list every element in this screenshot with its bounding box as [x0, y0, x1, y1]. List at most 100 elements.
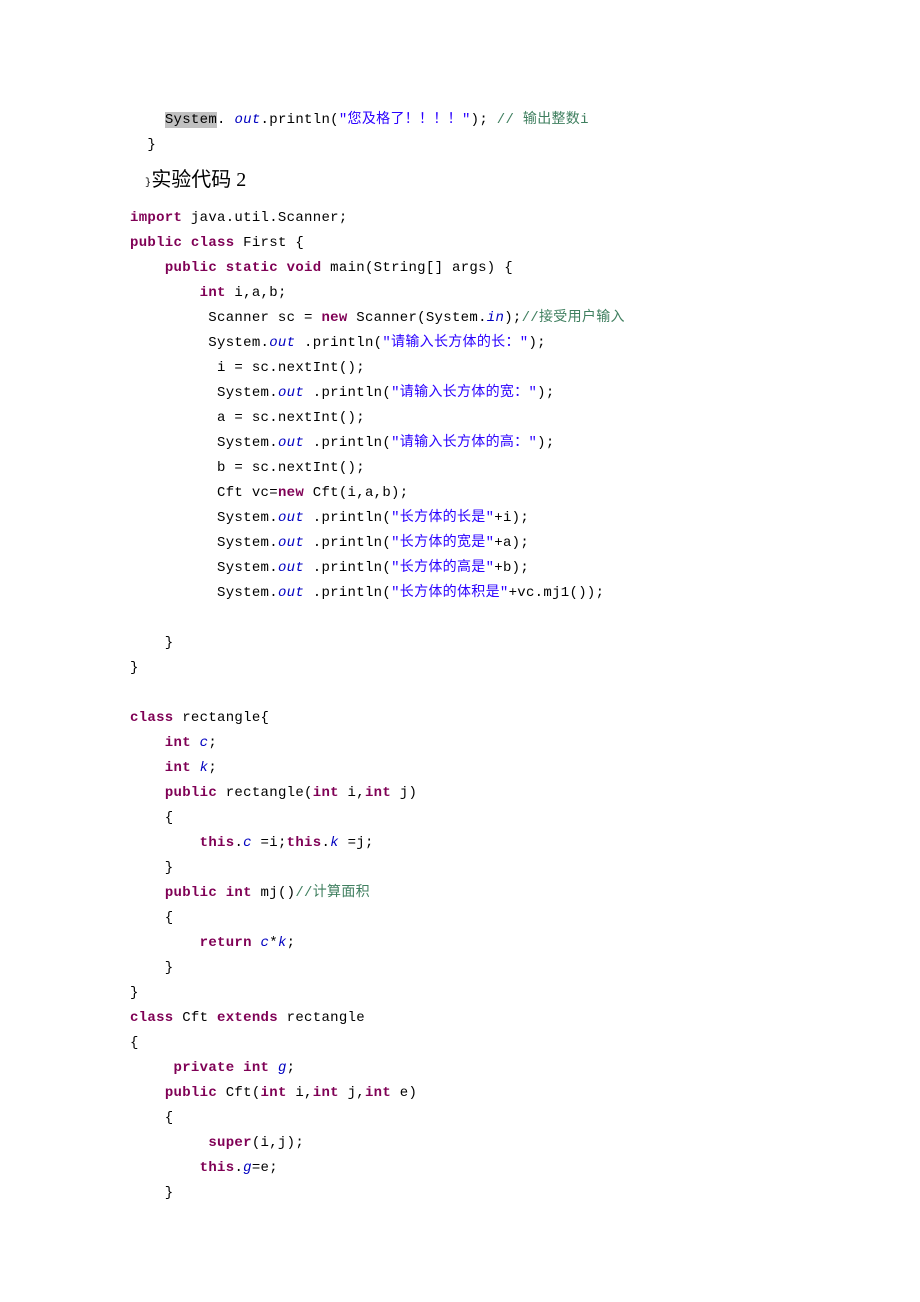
string-literal: "长方体的高是"	[391, 560, 494, 576]
kw-return: return	[200, 935, 252, 951]
open-brace: {	[130, 1035, 139, 1051]
text: =j;	[339, 835, 374, 851]
kw-public: public	[130, 235, 182, 251]
text: b = sc.nextInt();	[130, 460, 365, 476]
string-literal: "您及格了！！！！"	[339, 112, 471, 128]
section-title: 实验代码 2	[151, 169, 246, 191]
kw-public: public	[165, 1085, 217, 1101]
text: System.	[130, 335, 269, 351]
text: Cft vc=	[130, 485, 278, 501]
kw-private: private	[174, 1060, 235, 1076]
text: );	[537, 385, 554, 401]
semicolon: ;	[287, 935, 296, 951]
text: j,	[339, 1085, 365, 1101]
indent	[130, 112, 165, 128]
text: +i);	[494, 510, 529, 526]
field-c: c	[261, 935, 270, 951]
text: i,	[287, 1085, 313, 1101]
println-call: .println(	[261, 112, 339, 128]
text: .println(	[304, 535, 391, 551]
indent	[130, 285, 200, 301]
out-field: out	[278, 510, 304, 526]
field-g: g	[243, 1160, 252, 1176]
dot: .	[234, 835, 243, 851]
kw-void: void	[278, 260, 322, 276]
open-brace: {	[130, 910, 174, 926]
kw-import: import	[130, 210, 182, 226]
kw-class: class	[130, 710, 174, 726]
text: .println(	[304, 560, 391, 576]
text: =e;	[252, 1160, 278, 1176]
text: j)	[391, 785, 417, 801]
text: a = sc.nextInt();	[130, 410, 365, 426]
kw-public: public	[165, 260, 217, 276]
kw-int: int	[200, 285, 226, 301]
comment: //接受用户输入	[522, 310, 625, 326]
text: Scanner sc =	[130, 310, 321, 326]
text: System.	[130, 435, 278, 451]
kw-new: new	[278, 485, 304, 501]
open-brace: {	[130, 810, 174, 826]
comment: //计算面积	[295, 885, 370, 901]
kw-super: super	[208, 1135, 252, 1151]
open-brace: {	[130, 1110, 174, 1126]
string-literal: "长方体的长是"	[391, 510, 494, 526]
comment: 输出整数i	[523, 112, 589, 128]
class-decl: First {	[234, 235, 304, 251]
kw-this: this	[200, 835, 235, 851]
indent	[130, 885, 165, 901]
kw-class: class	[130, 1010, 174, 1026]
string-literal: "长方体的体积是"	[391, 585, 509, 601]
heading-row: }实验代码 2	[130, 168, 790, 196]
kw-extends: extends	[217, 1010, 278, 1026]
indent	[130, 1135, 208, 1151]
main-sig: main(String[] args) {	[321, 260, 512, 276]
space	[252, 935, 261, 951]
text: =i;	[252, 835, 287, 851]
out-field: out	[278, 535, 304, 551]
kw-this: this	[200, 1160, 235, 1176]
dot: .	[321, 835, 330, 851]
var-decl: i,a,b;	[226, 285, 287, 301]
field-c: c	[191, 735, 208, 751]
closing-brace: }	[130, 635, 174, 651]
text: Cft(	[217, 1085, 261, 1101]
text: e)	[391, 1085, 417, 1101]
text: Cft(i,a,b);	[304, 485, 408, 501]
kw-int: int	[130, 735, 191, 751]
kw-int: int	[261, 1085, 287, 1101]
text: System.	[130, 535, 278, 551]
kw-int: int	[130, 760, 191, 776]
closing-brace: }	[130, 985, 139, 1001]
indent	[130, 785, 165, 801]
in-field: in	[487, 310, 504, 326]
kw-public: public	[165, 785, 217, 801]
out-field: out	[278, 435, 304, 451]
kw-static: static	[217, 260, 278, 276]
string-literal: "请输入长方体的高："	[391, 435, 537, 451]
semicolon: ;	[208, 735, 217, 751]
closing-brace: }	[130, 660, 139, 676]
text: +vc.mj1());	[509, 585, 605, 601]
comment-slash: //	[497, 112, 523, 128]
text: .println(	[304, 385, 391, 401]
field-k: k	[191, 760, 208, 776]
text: .println(	[304, 585, 391, 601]
system-identifier: System	[165, 112, 217, 128]
dot: .	[217, 112, 234, 128]
kw-new: new	[321, 310, 347, 326]
text: mj()	[252, 885, 296, 901]
class-decl: rectangle{	[174, 710, 270, 726]
kw-int: int	[365, 1085, 391, 1101]
text: .println(	[304, 435, 391, 451]
text: (i,j);	[252, 1135, 304, 1151]
text: );	[504, 310, 521, 326]
indent	[130, 260, 165, 276]
closing-brace: }	[130, 1185, 174, 1201]
text: Scanner(System.	[348, 310, 487, 326]
text: System.	[130, 385, 278, 401]
indent	[130, 1085, 165, 1101]
text: System.	[130, 510, 278, 526]
text: );	[537, 435, 554, 451]
semicolon: ;	[287, 1060, 296, 1076]
